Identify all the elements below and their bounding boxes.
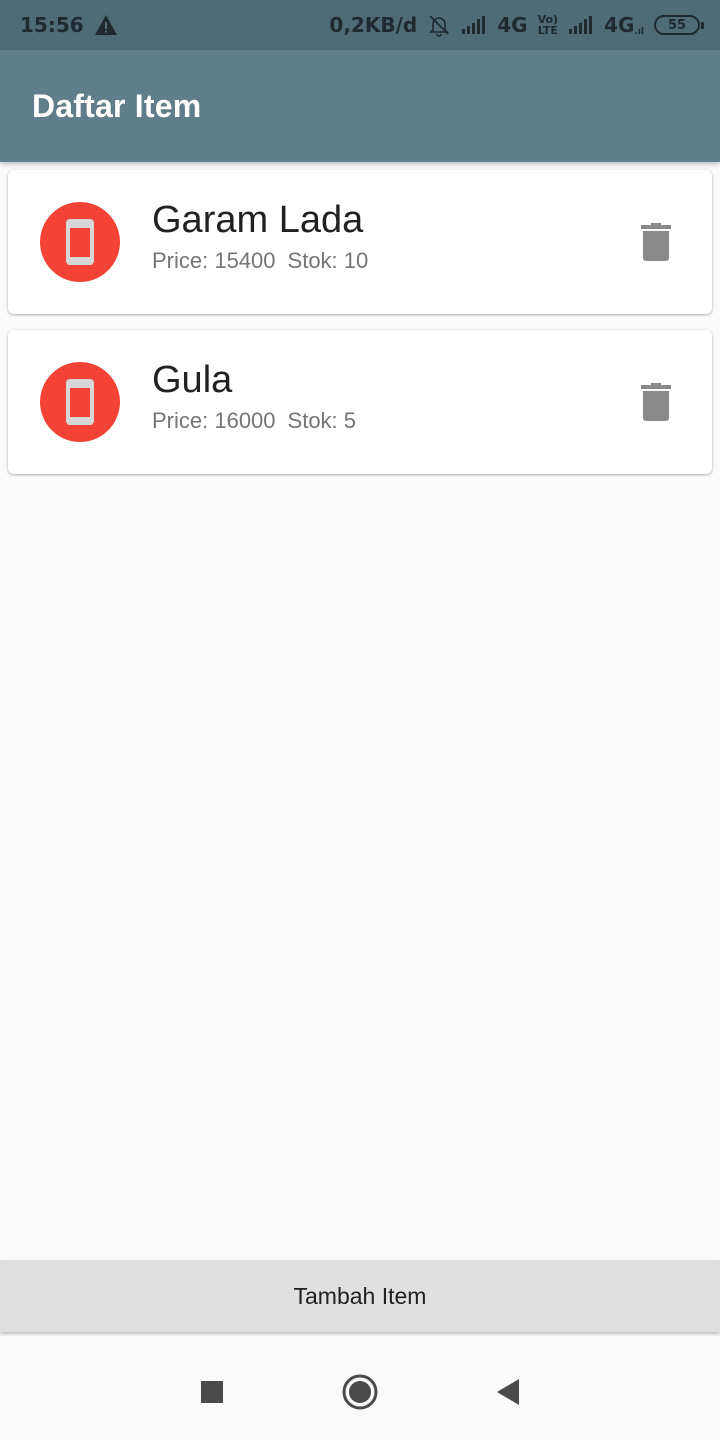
warning-icon	[94, 15, 117, 35]
signal-icon	[462, 16, 486, 34]
item-name: Garam Lada	[152, 199, 364, 241]
status-left: 15:56	[20, 13, 118, 37]
network-type-2: 4G.ıl	[604, 13, 644, 37]
network-type-2-label: 4G	[604, 13, 635, 37]
signal-icon	[569, 16, 593, 34]
home-button[interactable]	[340, 1372, 380, 1412]
bell-off-icon	[429, 15, 450, 37]
volte-indicator: Vo) LTE	[538, 14, 559, 36]
battery-icon: 55	[654, 15, 704, 35]
item-avatar	[40, 202, 120, 282]
item-details: Price: 16000 Stok: 5	[152, 408, 356, 434]
home-icon	[342, 1374, 378, 1410]
item-text: Gula Price: 16000 Stok: 5	[152, 358, 356, 434]
list-item[interactable]: Gula Price: 16000 Stok: 5	[8, 330, 712, 474]
battery-level: 55	[667, 17, 687, 33]
delete-button[interactable]	[632, 378, 680, 426]
navigation-bar	[0, 1340, 720, 1440]
phone-icon	[66, 379, 94, 425]
network-type-2-suffix: .ıl	[634, 27, 644, 37]
add-item-button[interactable]: Tambah Item	[0, 1260, 720, 1332]
trash-icon	[641, 383, 671, 421]
item-text: Garam Lada Price: 15400 Stok: 10	[152, 198, 368, 274]
page-title: Daftar Item	[32, 87, 202, 124]
status-time: 15:56	[20, 13, 84, 37]
delete-button[interactable]	[632, 218, 680, 266]
item-price: Price: 16000	[152, 408, 276, 433]
status-bar: 15:56 0,2KB/d 4G Vo) LTE 4G.ıl 55	[0, 0, 720, 50]
recents-icon	[201, 1381, 223, 1403]
trash-icon	[641, 223, 671, 261]
item-name: Gula	[152, 359, 233, 401]
back-icon	[497, 1379, 519, 1405]
list-item[interactable]: Garam Lada Price: 15400 Stok: 10	[8, 170, 712, 314]
item-price: Price: 15400	[152, 248, 276, 273]
app-bar: Daftar Item	[0, 50, 720, 162]
recents-button[interactable]	[192, 1372, 232, 1412]
status-right: 0,2KB/d 4G Vo) LTE 4G.ıl 55	[329, 13, 704, 37]
item-details: Price: 15400 Stok: 10	[152, 248, 368, 274]
data-rate: 0,2KB/d	[329, 13, 418, 37]
network-type-1: 4G	[497, 13, 528, 37]
phone-icon	[66, 219, 94, 265]
item-avatar	[40, 362, 120, 442]
item-stock: Stok: 5	[287, 408, 357, 433]
volte-bottom: LTE	[537, 24, 558, 37]
item-stock: Stok: 10	[287, 248, 369, 273]
back-button[interactable]	[488, 1372, 528, 1412]
item-list: Garam Lada Price: 15400 Stok: 10 Gula Pr…	[8, 170, 712, 490]
